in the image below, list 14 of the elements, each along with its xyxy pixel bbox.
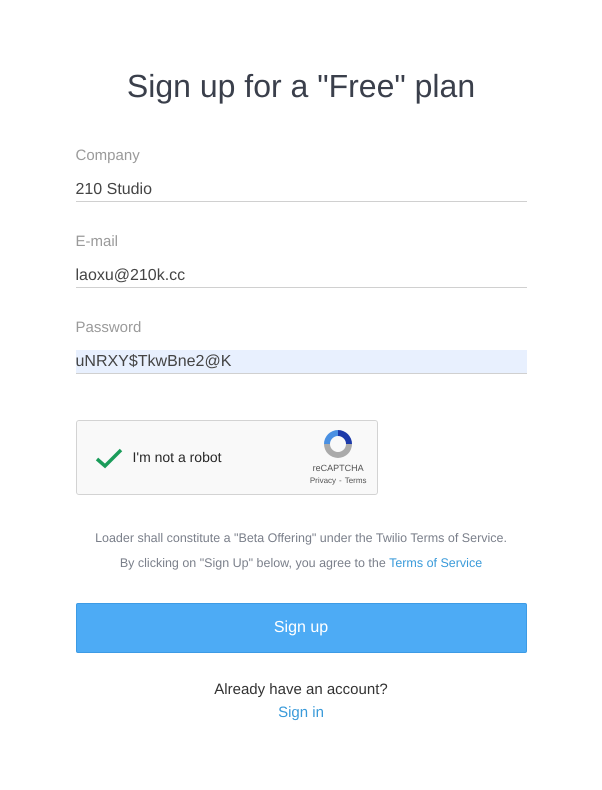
privacy-link[interactable]: Privacy xyxy=(310,475,336,488)
page-title: Sign up for a "Free" plan xyxy=(126,67,476,106)
recaptcha-brand: reCAPTCHA xyxy=(312,462,364,475)
beta-notice: Loader shall constitute a "Beta Offering" under the Twilio Terms of Service. xyxy=(95,530,507,547)
field-label: E-mail xyxy=(76,232,120,252)
agreement-text: By clicking on "Sign Up" below, you agree to the Terms of Service xyxy=(120,555,482,572)
input-field[interactable]: uNRXY$TkwBne2@K xyxy=(76,350,526,374)
captcha-label: I'm not a robot xyxy=(132,448,223,467)
terms-link[interactable]: Terms xyxy=(344,475,366,488)
separator-text: - xyxy=(339,475,342,488)
account-prompt: Already have an account? xyxy=(214,680,388,700)
field-label: Password xyxy=(76,318,142,338)
recaptcha-logo-icon xyxy=(322,428,354,460)
field-label: Company xyxy=(76,146,141,166)
